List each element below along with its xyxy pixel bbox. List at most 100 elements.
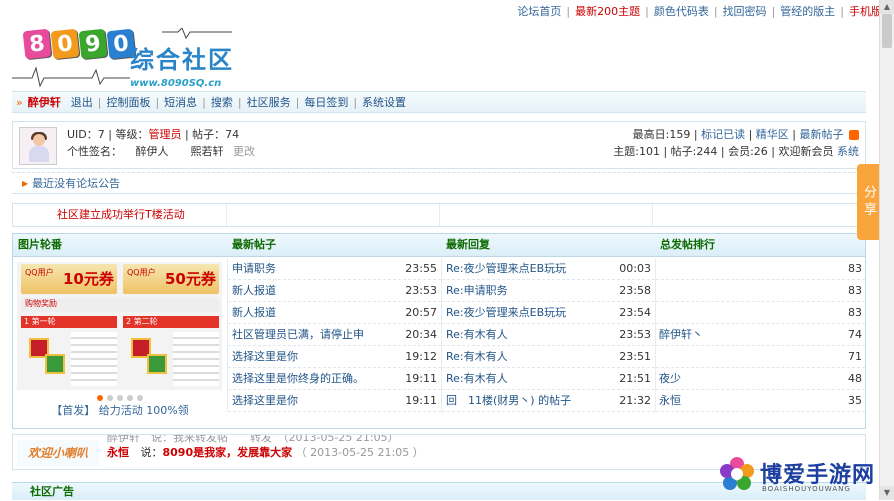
latest-post-row-value: 23:53 bbox=[405, 284, 437, 297]
latest-post-row: 选择这里是你 19:11 bbox=[228, 390, 441, 412]
coupon-qq-label: QQ用户 bbox=[25, 268, 54, 277]
carousel-dot[interactable] bbox=[106, 395, 113, 401]
gift-icon bbox=[45, 354, 65, 374]
latest-reply-row-title[interactable]: 回 11楼(财男丶) 的帖子 bbox=[446, 390, 571, 411]
ranking-row-title[interactable]: 夜少 bbox=[659, 368, 681, 389]
newest-member-link[interactable]: 系统 bbox=[837, 145, 859, 158]
ranking-row-value: 48 bbox=[848, 372, 862, 385]
separator: | bbox=[566, 4, 571, 18]
nav-search[interactable]: 搜索 bbox=[206, 94, 238, 110]
latest-reply-row-value: 23:54 bbox=[619, 306, 651, 319]
latest-post-row-title[interactable]: 新人报道 bbox=[232, 280, 276, 301]
latest-reply-row-title[interactable]: Re:夜少管理来点EB玩玩 bbox=[446, 302, 566, 323]
latest-post-row-title[interactable]: 申请职务 bbox=[232, 258, 276, 279]
picture-carousel[interactable]: QQ用户 10元券 QQ用户 50元券 购物奖励 1 第一轮 2 第二轮 【首发】 … bbox=[13, 258, 227, 417]
latest-reply-row: Re:申请职务 23:58 bbox=[442, 280, 655, 302]
posts-total-value: 244 bbox=[696, 145, 718, 158]
latest-post-row-value: 20:57 bbox=[405, 306, 437, 319]
nav-control-panel[interactable]: 控制面板 bbox=[101, 94, 155, 110]
link-color-codes[interactable]: 颜色代码表 bbox=[654, 3, 709, 19]
mark-read-link[interactable]: 标记已读 bbox=[701, 128, 745, 141]
latest-post-row-value: 19:12 bbox=[405, 350, 437, 363]
top-links-bar: 论坛首页 | 最新200主题 | 颜色代码表 | 找回密码 | 管经的版主 | 手机版 bbox=[517, 3, 882, 19]
link-forum-home[interactable]: 论坛首页 bbox=[517, 3, 561, 19]
latest-post-row: 选择这里是你 19:12 bbox=[228, 346, 441, 368]
daily-high-label: 最高日 bbox=[632, 128, 666, 141]
latest-post-row-title[interactable]: 选择这里是你 bbox=[232, 390, 298, 411]
nav-daily-signin[interactable]: 每日签到 bbox=[299, 94, 353, 110]
latest-reply-row-title[interactable]: Re:有木有人 bbox=[446, 368, 508, 389]
latest-reply-row-title[interactable]: Re:夜少管理来点EB玩玩 bbox=[446, 258, 566, 279]
ranking-row-title[interactable]: 永恒 bbox=[659, 390, 681, 411]
carousel-dot[interactable] bbox=[116, 395, 123, 401]
latest-replies-list: Re:夜少管理来点EB玩玩 00:03 Re:申请职务 23:58 Re:夜少管理来点E… bbox=[441, 258, 655, 412]
carousel-dots bbox=[17, 391, 222, 405]
group-value: 管理员 bbox=[148, 128, 182, 141]
link-mobile[interactable]: 手机版 bbox=[849, 3, 882, 19]
rss-icon[interactable] bbox=[849, 130, 859, 140]
main-nav: » 醉伊轩 退出 | 控制面板 | 短消息 | 搜索 | 社区服务 | 每日签到 | 系统设… bbox=[12, 91, 866, 113]
shout-author[interactable]: 永恒 bbox=[107, 446, 129, 459]
scroll-up-icon[interactable]: ▲ bbox=[880, 0, 894, 14]
carousel-image[interactable]: QQ用户 10元券 QQ用户 50元券 购物奖励 1 第一轮 2 第二轮 bbox=[17, 262, 222, 390]
carousel-dot[interactable] bbox=[96, 395, 103, 401]
latest-post-row-title[interactable]: 新人报道 bbox=[232, 302, 276, 323]
latest-post-row: 新人报道 23:53 bbox=[228, 280, 441, 302]
digest-link[interactable]: 精华区 bbox=[756, 128, 789, 141]
activity-cell[interactable]: 社区建立成功举行T楼活动 bbox=[13, 204, 227, 226]
welcome-text: 欢迎新会员 bbox=[778, 145, 834, 158]
gift-icon bbox=[147, 354, 167, 374]
header-latest-posts: 最新帖子 bbox=[232, 238, 276, 251]
posts-value: 74 bbox=[225, 128, 240, 141]
avatar-body bbox=[29, 146, 49, 162]
logo-title: 综合社区 bbox=[130, 45, 234, 74]
latest-reply-row-value: 23:53 bbox=[619, 328, 651, 341]
ranking-row-title[interactable]: 醉伊轩丶 bbox=[659, 324, 703, 345]
scrollbar[interactable]: ▲ ▼ bbox=[879, 0, 894, 500]
latest-post-row-title[interactable]: 社区管理员已满，请停止申 bbox=[232, 324, 364, 345]
group-label: 等级 bbox=[115, 128, 138, 141]
signature-edit-link[interactable]: 更改 bbox=[233, 145, 255, 158]
threads-label: 主题 bbox=[613, 145, 636, 158]
latest-reply-row-title[interactable]: Re:申请职务 bbox=[446, 280, 508, 301]
separator: | bbox=[771, 4, 776, 18]
carousel-dot[interactable] bbox=[136, 395, 143, 401]
link-moderators[interactable]: 管经的版主 bbox=[780, 3, 835, 19]
latest-post-row: 申请职务 23:55 bbox=[228, 258, 441, 280]
nav-logout[interactable]: 退出 bbox=[66, 94, 98, 110]
logo-digits: 8 0 9 0 bbox=[22, 28, 136, 60]
latest-post-row-title[interactable]: 选择这里是你 bbox=[232, 346, 298, 367]
nav-community-services[interactable]: 社区服务 bbox=[242, 94, 296, 110]
shout-message: 永恒 说：8090是我家，发展靠大家 （ 2013-05-25 21:05 ） bbox=[107, 445, 424, 461]
nav-messages[interactable]: 短消息 bbox=[159, 94, 202, 110]
latest-reply-row-value: 23:51 bbox=[619, 350, 651, 363]
ranking-row: 永恒 35 bbox=[656, 390, 865, 412]
scrollbar-thumb[interactable] bbox=[882, 14, 892, 48]
nav-settings[interactable]: 系统设置 bbox=[357, 94, 411, 110]
logo-digit: 0 bbox=[50, 28, 80, 60]
scroll-down-icon[interactable]: ▼ bbox=[880, 486, 894, 500]
ranking-row-value: 83 bbox=[848, 306, 862, 319]
latest-posts-link[interactable]: 最新帖子 bbox=[800, 128, 844, 141]
announcement-text[interactable]: 最近没有论坛公告 bbox=[32, 175, 120, 191]
latest-reply-row: Re:有木有人 23:51 bbox=[442, 346, 655, 368]
logo-digit: 9 bbox=[78, 28, 108, 60]
carousel-caption[interactable]: 【首发】 给力活动 100%领 bbox=[13, 403, 227, 419]
latest-post-row-title[interactable]: 选择这里是你终身的正确。 bbox=[232, 368, 364, 389]
step1-label: 1 第一轮 bbox=[21, 316, 117, 328]
separator: | bbox=[645, 4, 649, 18]
daily-high-value: 159 bbox=[669, 128, 691, 141]
latest-reply-row-title[interactable]: Re:有木有人 bbox=[446, 324, 508, 345]
latest-reply-row-title[interactable]: Re:有木有人 bbox=[446, 346, 508, 367]
shout-time: （ 2013-05-25 21:05 ） bbox=[295, 446, 424, 459]
link-recover-password[interactable]: 找回密码 bbox=[723, 3, 767, 19]
posts-total-label: 帖子 bbox=[670, 145, 693, 158]
carousel-dot[interactable] bbox=[126, 395, 133, 401]
latest-reply-row-value: 00:03 bbox=[619, 262, 651, 275]
link-latest-200[interactable]: 最新200主题 bbox=[575, 3, 640, 19]
nav-username[interactable]: 醉伊轩 bbox=[23, 94, 66, 110]
share-button[interactable]: 分享 bbox=[857, 164, 879, 240]
logo-digit: 8 bbox=[22, 28, 52, 60]
latest-post-row-value: 19:11 bbox=[405, 372, 437, 385]
avatar[interactable] bbox=[19, 127, 57, 165]
